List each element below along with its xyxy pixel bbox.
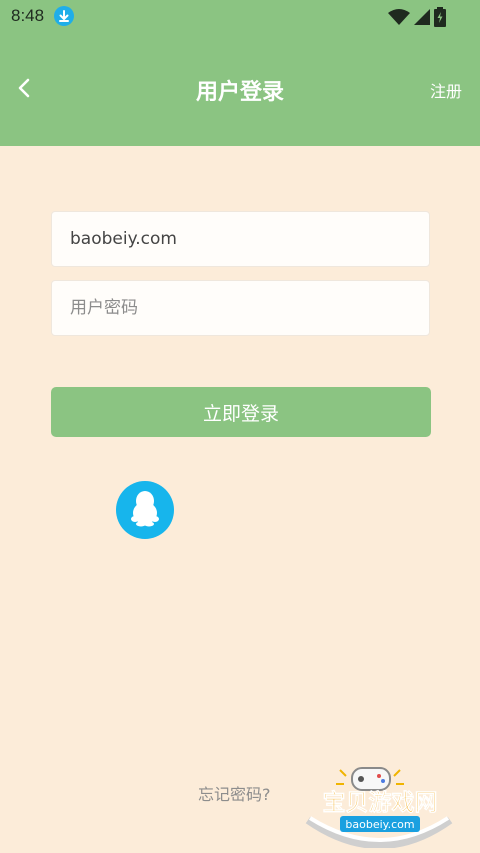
svg-text:宝贝游戏网: 宝贝游戏网 xyxy=(323,789,438,816)
qq-penguin-icon xyxy=(129,489,161,531)
wifi-icon xyxy=(388,9,410,29)
register-link[interactable]: 注册 xyxy=(430,78,462,102)
password-input[interactable] xyxy=(51,280,430,336)
page-title: 用户登录 xyxy=(195,80,284,105)
qq-login-button[interactable] xyxy=(116,481,174,539)
status-bar: 8:48 xyxy=(0,0,480,34)
download-icon xyxy=(54,6,74,26)
username-input[interactable] xyxy=(51,211,430,267)
battery-icon xyxy=(434,7,446,31)
status-icons xyxy=(388,7,446,31)
status-time: 8:48 xyxy=(11,6,45,25)
header: 用户登录 注册 xyxy=(0,34,480,146)
login-button[interactable]: 立即登录 xyxy=(51,387,431,437)
signal-icon xyxy=(414,9,430,29)
forgot-password-link[interactable]: 忘记密码? xyxy=(198,781,271,805)
svg-text:baobeiy.com: baobeiy.com xyxy=(345,818,414,831)
watermark-logo: 宝贝游戏网 baobeiy.com xyxy=(300,760,460,849)
